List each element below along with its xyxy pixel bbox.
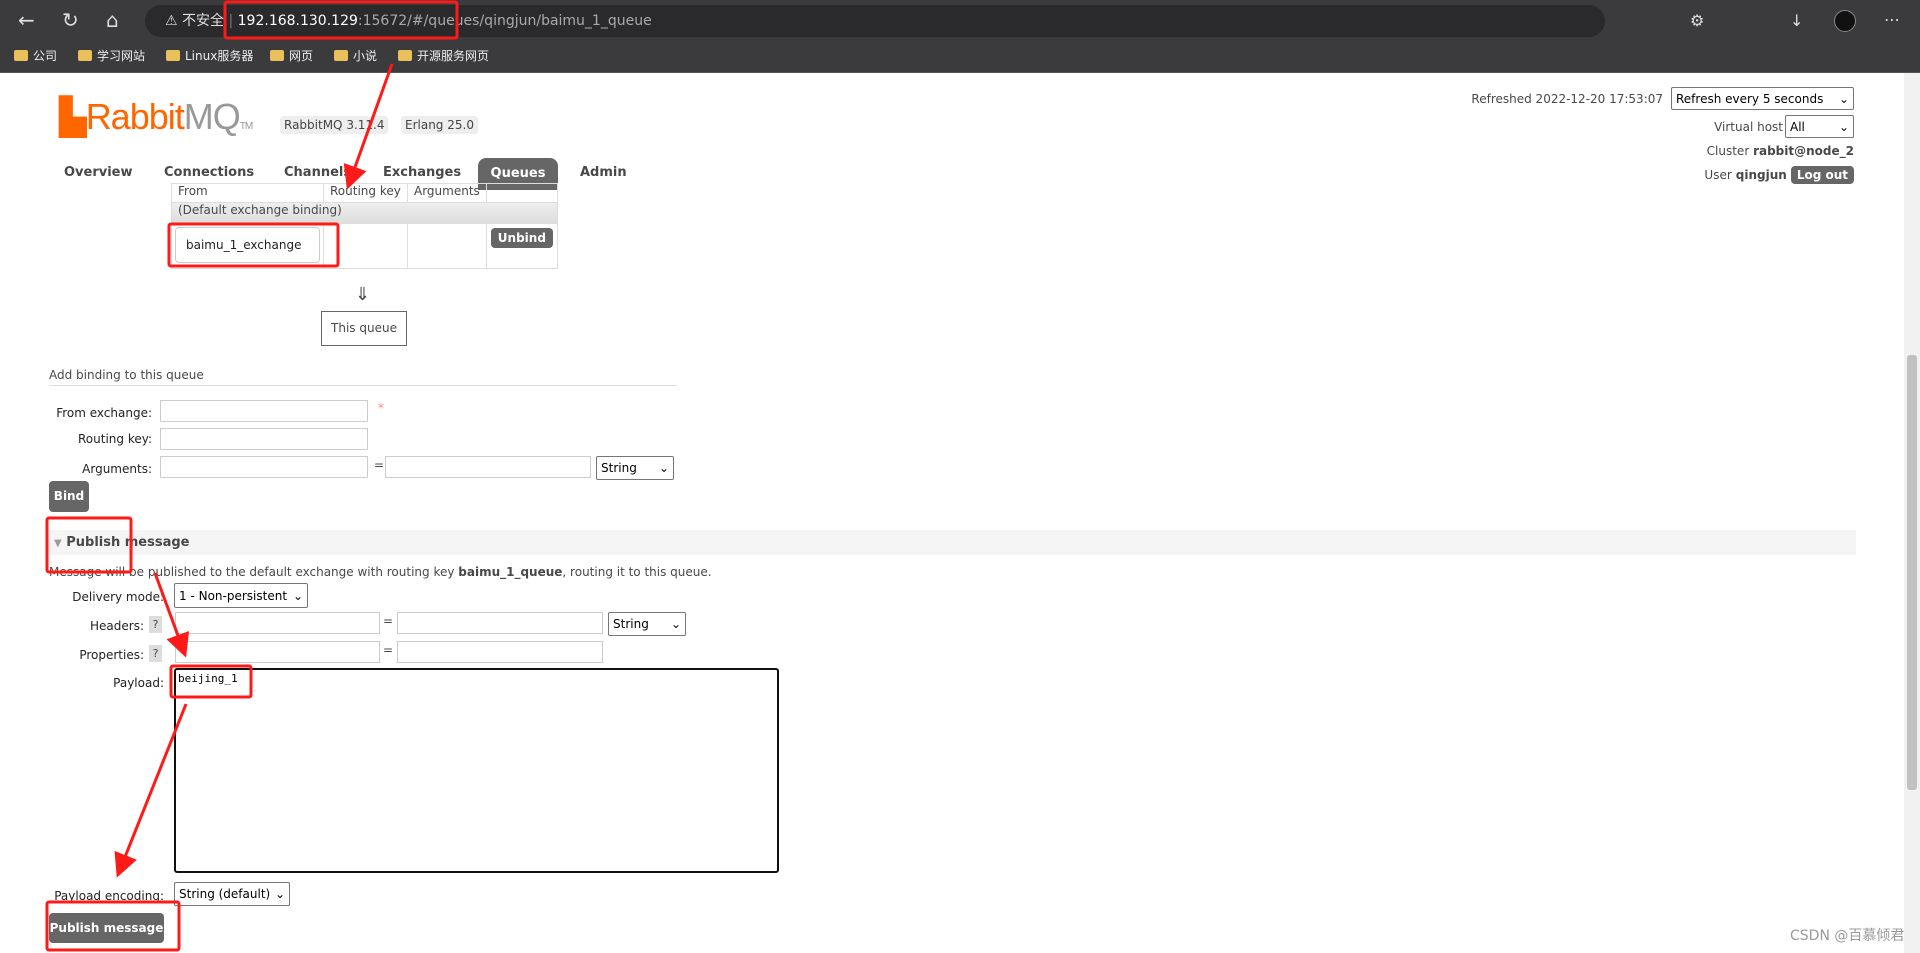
annotation-box <box>45 900 181 952</box>
annotation-arrow <box>114 703 188 878</box>
annotation-box <box>169 664 253 699</box>
annotation-box <box>167 222 340 268</box>
annotation-overlay <box>45 0 459 952</box>
annotation-box <box>45 516 133 574</box>
annotation-arrow <box>343 63 394 190</box>
annotation-arrow <box>153 572 190 658</box>
annotation-box <box>223 0 459 40</box>
